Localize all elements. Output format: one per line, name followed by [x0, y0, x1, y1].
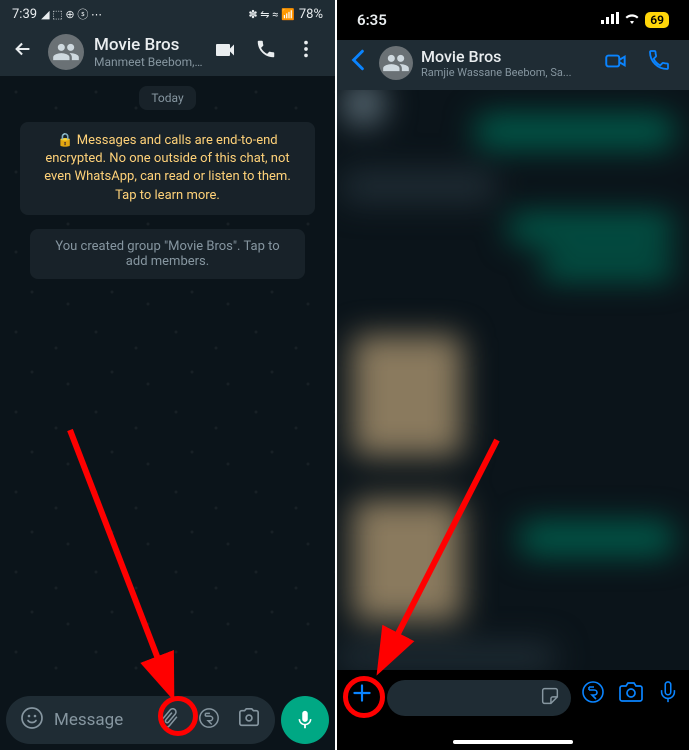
message-input[interactable]	[387, 680, 571, 716]
android-screen: 7:39 ◢ ⬚ ⊕ ⓢ ⋯ ✽ ⇋ ≈ 📶 78% Movie Bros Ma…	[0, 0, 337, 750]
message-input[interactable]: Message	[6, 696, 275, 744]
status-indicators: ✽ ⇋ ≈ 📶	[248, 8, 295, 21]
status-icons: ◢ ⬚ ⊕ ⓢ ⋯	[41, 6, 102, 22]
system-message[interactable]: You created group "Movie Bros". Tap to a…	[30, 229, 305, 279]
voice-call-icon[interactable]	[255, 38, 277, 66]
camera-icon[interactable]	[619, 680, 643, 708]
encryption-notice[interactable]: 🔒 Messages and calls are end-to-end encr…	[20, 122, 315, 215]
payment-icon[interactable]	[581, 680, 605, 708]
ios-screen: 6:35 69 Movie Bros Ramjie Wassane Beebom…	[337, 0, 689, 750]
mic-icon[interactable]	[657, 680, 679, 708]
home-indicator	[453, 740, 573, 744]
battery-text: 78%	[299, 7, 323, 22]
camera-icon[interactable]	[229, 707, 269, 733]
group-avatar[interactable]	[379, 46, 413, 80]
plus-button[interactable]	[347, 680, 377, 713]
chat-header: Movie Bros Ramjie Wassane Beebom, Sa...	[337, 40, 689, 90]
emoji-icon[interactable]	[12, 706, 52, 734]
voice-call-icon[interactable]	[647, 48, 671, 78]
input-placeholder: Message	[52, 710, 149, 730]
chat-body: Today 🔒 Messages and calls are end-to-en…	[0, 76, 335, 684]
back-button[interactable]	[345, 48, 371, 78]
status-bar: 6:35 69	[337, 0, 689, 40]
payment-icon[interactable]	[189, 707, 229, 733]
chat-title: Movie Bros	[421, 47, 595, 66]
video-call-icon[interactable]	[603, 48, 629, 78]
chat-subtitle: Manmeet Beebom, Ramji...	[94, 55, 203, 69]
group-avatar[interactable]	[48, 34, 84, 70]
chat-header: Movie Bros Manmeet Beebom, Ramji...	[0, 28, 335, 76]
attachment-icon[interactable]	[149, 706, 189, 734]
back-button[interactable]	[8, 34, 38, 70]
input-bar	[337, 670, 689, 750]
chat-body	[337, 90, 689, 690]
chat-title-block[interactable]: Movie Bros Manmeet Beebom, Ramji...	[94, 35, 203, 69]
input-bar: Message	[0, 690, 335, 750]
mic-button[interactable]	[281, 696, 329, 744]
status-bar: 7:39 ◢ ⬚ ⊕ ⓢ ⋯ ✽ ⇋ ≈ 📶 78%	[0, 0, 335, 28]
battery-badge: 69	[645, 12, 669, 28]
more-icon[interactable]	[295, 38, 317, 66]
video-call-icon[interactable]	[213, 38, 237, 66]
wifi-icon	[624, 12, 640, 28]
chat-subtitle: Ramjie Wassane Beebom, Sa...	[421, 66, 595, 79]
sticker-icon[interactable]	[539, 685, 561, 711]
date-chip: Today	[139, 86, 195, 110]
status-time: 6:35	[357, 11, 387, 29]
signal-icon	[601, 12, 619, 28]
status-time: 7:39	[12, 7, 37, 22]
chat-title-block[interactable]: Movie Bros Ramjie Wassane Beebom, Sa...	[421, 47, 595, 79]
chat-title: Movie Bros	[94, 35, 203, 55]
